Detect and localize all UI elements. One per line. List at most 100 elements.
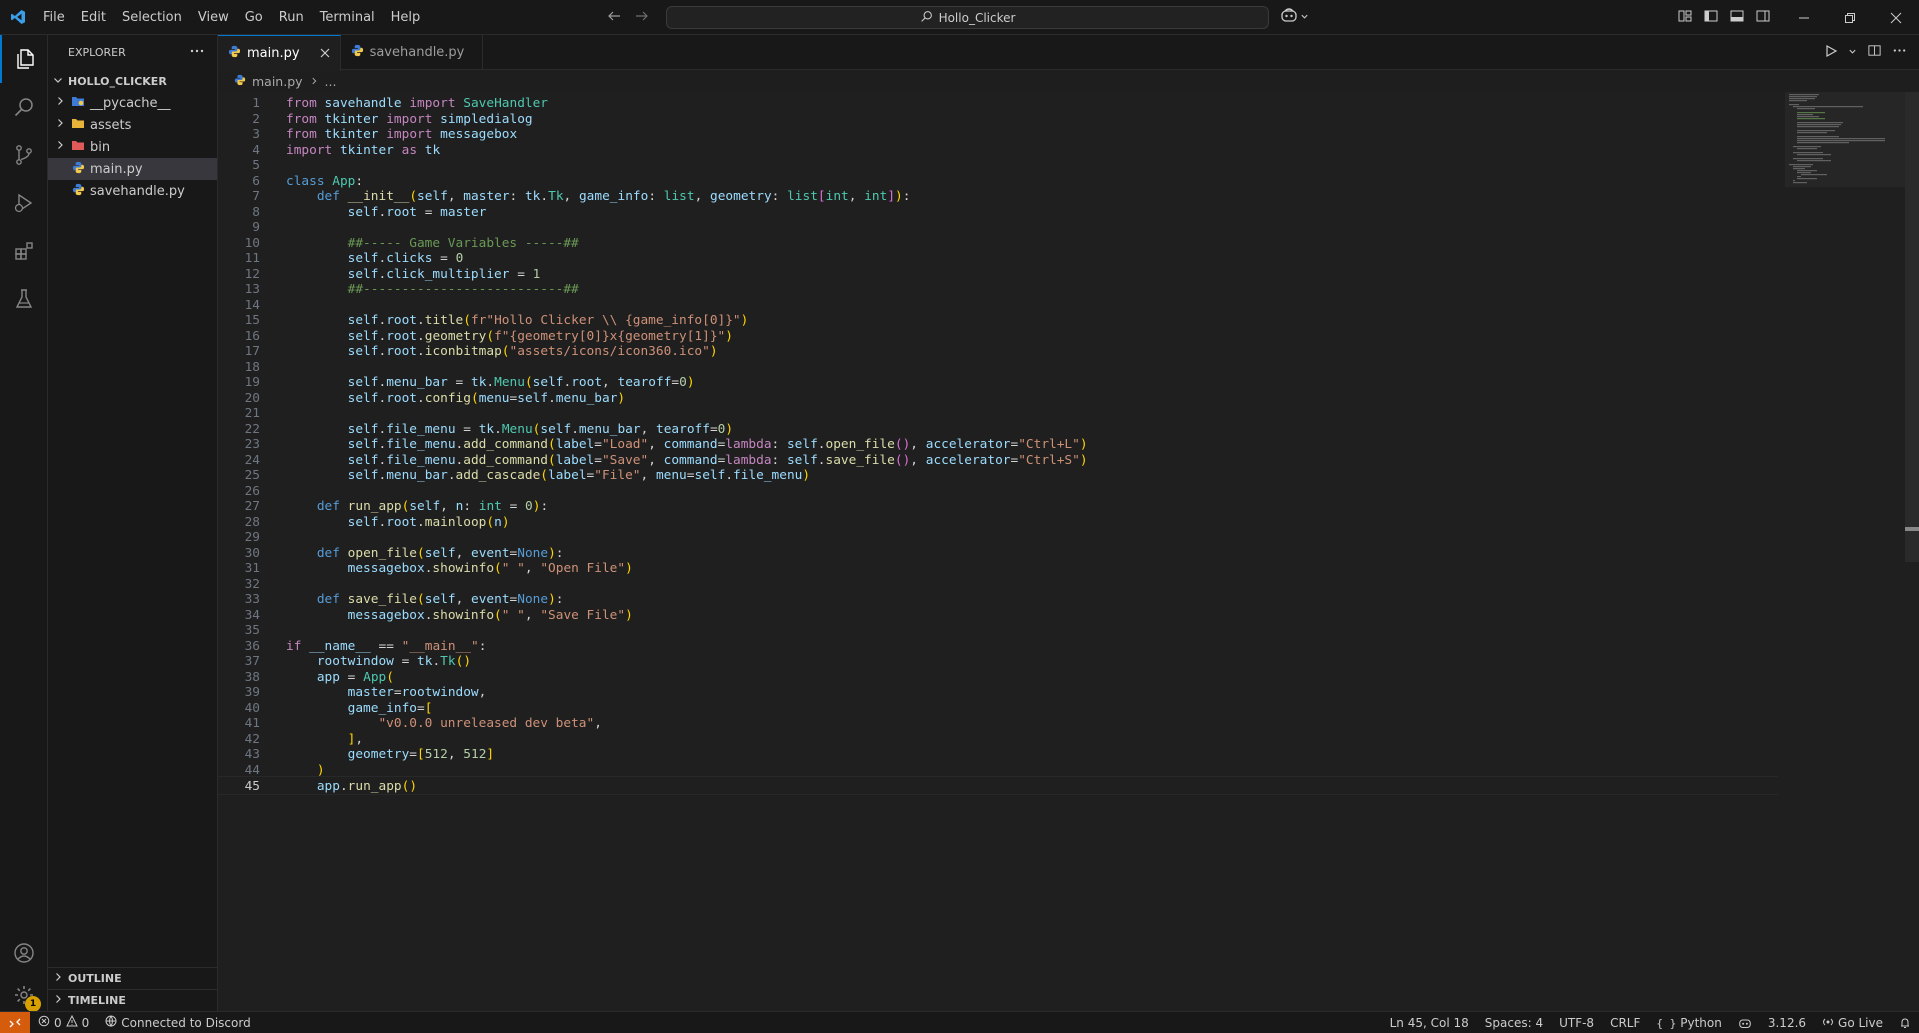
broadcast-icon <box>1822 1016 1834 1031</box>
toggle-secondary-sidebar-icon[interactable] <box>1755 8 1771 28</box>
tree-item-bin[interactable]: bin <box>48 136 217 158</box>
run-python-file-icon[interactable] <box>1824 44 1838 62</box>
split-editor-icon[interactable] <box>1867 43 1882 62</box>
menu-file[interactable]: File <box>35 0 73 35</box>
editor-tabs: main.py savehandle.py <box>218 35 1919 71</box>
folder-blue-icon <box>71 95 85 111</box>
minimize-icon[interactable] <box>1781 0 1827 35</box>
source-control-icon[interactable] <box>0 131 48 179</box>
breadcrumb-symbol[interactable]: ... <box>325 74 337 89</box>
copilot-status-icon[interactable] <box>1730 1012 1760 1033</box>
tab-label: main.py <box>247 46 300 61</box>
chevron-down-icon <box>1300 10 1309 25</box>
tree-item-pycache[interactable]: __pycache__ <box>48 92 217 114</box>
discord-presence[interactable]: Connected to Discord <box>97 1012 258 1033</box>
problems-indicator[interactable]: 0 0 <box>30 1012 97 1033</box>
search-icon <box>920 10 933 26</box>
run-debug-icon[interactable] <box>0 179 48 227</box>
more-actions-icon[interactable] <box>1892 43 1907 62</box>
menu-edit[interactable]: Edit <box>73 0 114 35</box>
search-icon[interactable] <box>0 83 48 131</box>
chevron-down-icon[interactable] <box>1848 45 1857 60</box>
extensions-icon[interactable] <box>0 227 48 275</box>
restore-icon[interactable] <box>1827 0 1873 35</box>
project-section-header[interactable]: HOLLO_CLICKER <box>48 70 217 92</box>
chevron-right-icon <box>54 139 66 155</box>
activity-bar: 1 <box>0 35 48 1013</box>
status-bar: 0 0 Connected to Discord Ln 45, Col 18 S… <box>0 1011 1919 1033</box>
tree-item-main-py[interactable]: main.py <box>48 158 217 180</box>
code-line[interactable]: 45 app.run_app() <box>218 776 1778 795</box>
code-editor[interactable]: 1 from savehandle import SaveHandler 2 from… <box>218 92 1919 1011</box>
vertical-scrollbar[interactable] <box>1905 92 1919 562</box>
update-badge: 1 <box>25 996 41 1012</box>
back-arrow-icon[interactable] <box>606 8 622 28</box>
tree-item-assets[interactable]: assets <box>48 114 217 136</box>
menu-bar: File Edit Selection View Go Run Terminal… <box>35 0 428 35</box>
go-live-button[interactable]: Go Live <box>1814 1012 1891 1033</box>
warning-count: 0 <box>81 1015 90 1030</box>
menu-view[interactable]: View <box>190 0 237 35</box>
chevron-right-icon <box>309 74 319 89</box>
chevron-right-icon <box>52 993 64 1008</box>
customize-layout-icon[interactable] <box>1677 8 1693 28</box>
outline-section-header[interactable]: OUTLINE <box>48 967 218 989</box>
tree-item-label: main.py <box>90 161 143 177</box>
scrollbar-cursor-marker <box>1905 527 1919 531</box>
error-count: 0 <box>54 1015 62 1030</box>
language-label: Python <box>1680 1016 1722 1030</box>
cursor-position[interactable]: Ln 45, Col 18 <box>1382 1012 1477 1033</box>
testing-flask-icon[interactable] <box>0 275 48 323</box>
minimap[interactable] <box>1785 92 1905 187</box>
remote-indicator-icon[interactable] <box>0 1011 30 1033</box>
outline-label: OUTLINE <box>68 972 122 985</box>
window-controls <box>1781 0 1919 35</box>
tree-item-savehandle-py[interactable]: savehandle.py <box>48 180 217 202</box>
breadcrumb-file[interactable]: main.py <box>252 74 303 89</box>
chevron-down-icon <box>52 74 64 89</box>
close-window-icon[interactable] <box>1873 0 1919 35</box>
end-of-line[interactable]: CRLF <box>1602 1012 1648 1033</box>
braces-icon: { } <box>1656 1016 1677 1030</box>
more-actions-icon[interactable] <box>189 43 205 62</box>
accounts-icon[interactable] <box>0 929 48 977</box>
menu-selection[interactable]: Selection <box>114 0 190 35</box>
layout-controls <box>1677 0 1771 35</box>
tree-item-label: savehandle.py <box>90 183 185 199</box>
python-version[interactable]: 3.12.6 <box>1760 1012 1814 1033</box>
menu-run[interactable]: Run <box>271 0 312 35</box>
explorer-icon[interactable] <box>0 35 48 83</box>
title-bar: File Edit Selection View Go Run Terminal… <box>0 0 1919 35</box>
python-file-icon <box>351 44 364 61</box>
chevron-right-icon <box>54 95 66 111</box>
forward-arrow-icon[interactable] <box>634 8 650 28</box>
menu-terminal[interactable]: Terminal <box>312 0 383 35</box>
nav-arrows <box>606 0 650 35</box>
copilot-icon <box>1280 7 1298 27</box>
explorer-sidebar: EXPLORER HOLLO_CLICKER __pycache__ asset… <box>48 35 218 1013</box>
toggle-panel-icon[interactable] <box>1729 8 1745 28</box>
editor-actions <box>1824 35 1907 70</box>
notifications-bell-icon[interactable] <box>1891 1012 1919 1033</box>
code-text: app.run_app() <box>316 779 418 794</box>
explorer-title: EXPLORER <box>68 46 126 59</box>
close-tab-icon[interactable] <box>320 46 330 62</box>
timeline-section-header[interactable]: TIMELINE <box>48 989 218 1011</box>
breadcrumb: main.py ... <box>218 70 1718 92</box>
encoding[interactable]: UTF-8 <box>1551 1012 1602 1033</box>
line-number: 45 <box>244 779 260 794</box>
indentation[interactable]: Spaces: 4 <box>1477 1012 1551 1033</box>
command-center-search[interactable]: Hollo_Clicker <box>666 6 1269 29</box>
copilot-button[interactable] <box>1280 7 1314 27</box>
tab-main-py[interactable]: main.py <box>218 35 341 71</box>
tab-savehandle-py[interactable]: savehandle.py <box>341 35 484 70</box>
menu-go[interactable]: Go <box>237 0 271 35</box>
menu-help[interactable]: Help <box>383 0 429 35</box>
language-mode[interactable]: { } Python <box>1648 1012 1729 1033</box>
tree-item-label: __pycache__ <box>90 95 171 111</box>
project-name: HOLLO_CLICKER <box>68 74 167 88</box>
toggle-primary-sidebar-icon[interactable] <box>1703 8 1719 28</box>
folder-red-icon <box>71 139 85 155</box>
python-file-icon <box>72 183 85 200</box>
python-file-icon <box>72 161 85 178</box>
